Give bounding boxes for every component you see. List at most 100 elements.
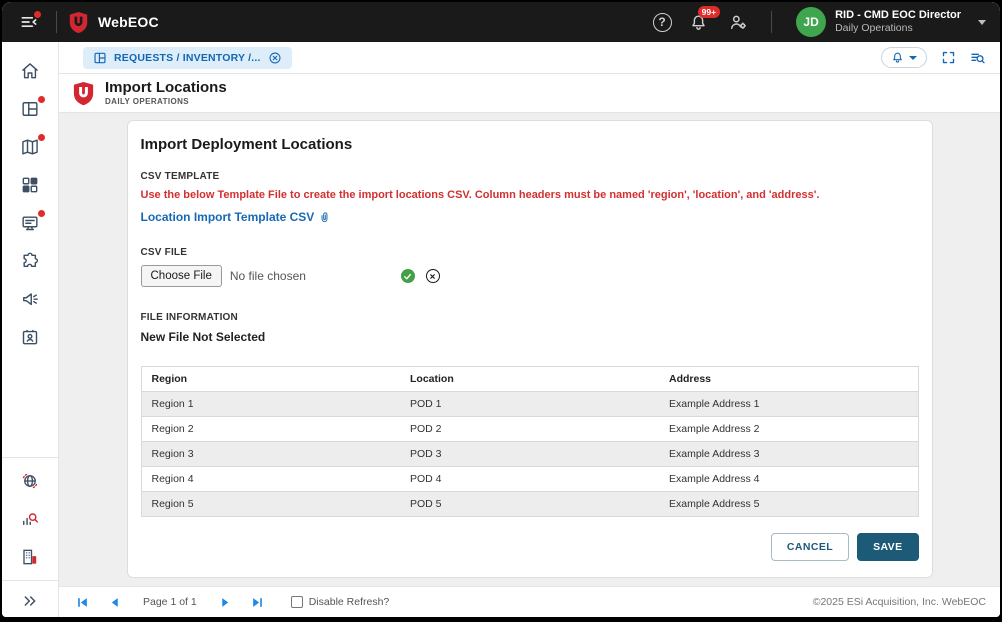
form-actions: CANCEL SAVE [141,533,919,561]
cancel-circle-icon[interactable] [426,269,440,283]
cell-address: Example Address 1 [659,392,918,417]
sidebar-item-contacts[interactable] [11,318,49,356]
cancel-button[interactable]: CANCEL [771,533,849,561]
choose-file-button[interactable]: Choose File [141,265,222,287]
sidebar-item-announcements[interactable] [11,280,49,318]
alerts-dropdown-button[interactable] [881,47,927,68]
cell-region: Region 2 [141,417,400,442]
first-page-button[interactable] [73,593,91,611]
sidebar-item-status-board[interactable] [11,204,49,242]
help-button[interactable]: ? [647,7,677,37]
status-board-icon [20,213,40,233]
sidebar-divider-bottom [2,580,58,581]
user-menu[interactable]: JD RID - CMD EOC Director Daily Operatio… [796,7,986,37]
sidebar-divider [2,457,58,458]
table-row: Region 1 POD 1 Example Address 1 [141,392,918,417]
template-link-label: Location Import Template CSV [141,210,315,224]
apps-grid-icon [20,175,40,195]
juvare-shield-logo [69,11,88,34]
map-icon [20,137,40,157]
sidebar-item-web[interactable] [11,462,49,500]
fullscreen-icon[interactable] [941,50,956,65]
disable-refresh-checkbox[interactable] [291,596,303,608]
board-search-icon[interactable] [970,50,986,66]
cell-address: Example Address 5 [659,492,918,517]
import-locations-card: Import Deployment Locations CSV TEMPLATE… [127,120,933,578]
organization-building-icon [20,547,40,567]
save-button[interactable]: SAVE [857,533,918,561]
sidebar-item-boards[interactable] [11,90,49,128]
cell-location: POD 3 [400,442,659,467]
boards-notification-dot [38,96,45,103]
sidebar-item-home[interactable] [11,52,49,90]
topbar-divider-2 [771,11,772,33]
check-circle-icon[interactable] [401,269,415,283]
table-header-row: Region Location Address [141,367,918,392]
paperclip-icon [318,211,331,224]
sidebar-item-plugins[interactable] [11,242,49,280]
page-header: Import Locations DAILY OPERATIONS [59,74,1000,113]
user-role: RID - CMD EOC Director [835,9,961,23]
previous-page-button[interactable] [105,593,123,611]
app-title: WebEOC [98,14,159,30]
menu-collapse-button[interactable] [14,7,44,37]
notifications-button[interactable]: 99+ [683,7,713,37]
table-row: Region 4 POD 4 Example Address 4 [141,467,918,492]
home-icon [20,61,40,81]
no-file-chosen-text: No file chosen [230,269,306,283]
plugins-puzzle-icon [20,251,40,271]
file-information-value: New File Not Selected [141,330,919,344]
user-settings-icon [728,12,748,32]
alerts-bell-icon [891,51,904,64]
next-page-button[interactable] [217,593,235,611]
help-icon: ? [653,13,672,32]
sidebar-item-organization[interactable] [11,538,49,576]
tab-requests-inventory[interactable]: REQUESTS / INVENTORY /... [83,47,292,69]
copyright-text: ©2025 ESi Acquisition, Inc. WebEOC [813,596,986,608]
close-circle-icon[interactable] [268,51,282,65]
user-settings-button[interactable] [723,7,753,37]
tab-label: REQUESTS / INVENTORY /... [114,52,261,64]
left-sidebar [2,42,59,617]
notification-count-badge: 99+ [698,6,720,18]
last-page-button[interactable] [249,593,267,611]
report-search-icon [20,509,40,529]
sidebar-expand-button[interactable] [11,585,49,617]
cell-region: Region 4 [141,467,400,492]
template-download-link[interactable]: Location Import Template CSV [141,210,919,224]
chevron-down-icon [978,20,986,25]
chevron-down-icon [909,56,917,60]
content-area: Import Deployment Locations CSV TEMPLATE… [59,113,1000,586]
screen-frame: WebEOC ? 99+ [0,0,1002,622]
sidebar-item-map[interactable] [11,128,49,166]
status-board-notification-dot [38,210,45,217]
tabbar-actions [881,47,986,68]
cell-location: POD 1 [400,392,659,417]
sidebar-item-reports[interactable] [11,500,49,538]
footer-bar: Page 1 of 1 Disable Refresh? ©2025 ESi A… [59,586,1000,617]
csv-template-label: CSV TEMPLATE [141,171,919,182]
contacts-card-icon [20,327,40,347]
cell-address: Example Address 4 [659,467,918,492]
csv-template-instructions: Use the below Template File to create th… [141,189,919,201]
avatar: JD [796,7,826,37]
file-information-label: FILE INFORMATION [141,312,919,323]
announcements-megaphone-icon [20,289,40,309]
locations-preview-table: Region Location Address Region 1 POD 1 E… [141,366,919,517]
page-title: Import Locations [105,79,227,97]
file-input-row: Choose File No file chosen [141,265,919,287]
cell-location: POD 5 [400,492,659,517]
cell-address: Example Address 3 [659,442,918,467]
cell-region: Region 5 [141,492,400,517]
cell-region: Region 1 [141,392,400,417]
expand-chevrons-icon [22,593,38,609]
table-row: Region 5 POD 5 Example Address 5 [141,492,918,517]
menu-notification-dot [34,11,41,18]
card-heading: Import Deployment Locations [141,136,919,153]
page-indicator: Page 1 of 1 [143,596,197,608]
topbar-actions: ? 99+ JD RID - [647,7,986,37]
csv-file-label: CSV FILE [141,247,919,258]
top-bar: WebEOC ? 99+ [2,2,1000,42]
sidebar-item-apps[interactable] [11,166,49,204]
disable-refresh-label: Disable Refresh? [309,596,390,608]
